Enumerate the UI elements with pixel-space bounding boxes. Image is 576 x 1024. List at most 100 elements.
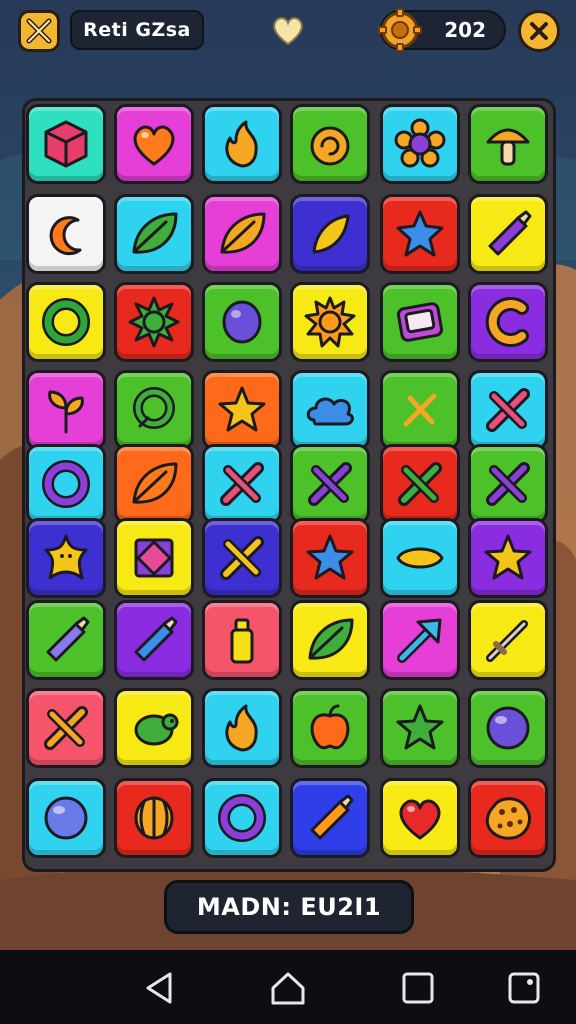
tile-crayon[interactable] <box>290 778 370 858</box>
tile-flame[interactable] <box>202 688 282 768</box>
tile-star[interactable] <box>202 370 282 450</box>
cross-pin-icon <box>403 393 437 427</box>
tile-cube[interactable] <box>26 104 106 184</box>
level-title: Reti GZsa <box>70 10 204 50</box>
crayon-icon <box>488 210 532 256</box>
tile-screen[interactable] <box>380 282 460 362</box>
tile-sword[interactable] <box>468 600 548 680</box>
tile-star-blob[interactable] <box>380 194 460 274</box>
tile-swirl[interactable] <box>290 104 370 184</box>
home-icon[interactable] <box>268 968 308 1008</box>
tile-crescent[interactable] <box>26 194 106 274</box>
tile-ring-leaf[interactable] <box>114 370 194 450</box>
cross-icon <box>220 462 264 506</box>
game-board <box>22 98 556 872</box>
tile-melon[interactable] <box>114 778 194 858</box>
tile-cross[interactable] <box>468 444 548 524</box>
cross-icon <box>486 462 530 506</box>
tile-letter-c[interactable] <box>468 282 548 362</box>
tile-turtle[interactable] <box>114 688 194 768</box>
tile-gem[interactable] <box>202 282 282 362</box>
tile-cross-pin[interactable] <box>380 370 460 450</box>
tile-mushroom[interactable] <box>468 104 548 184</box>
orb-icon <box>44 796 88 840</box>
tile-cross[interactable] <box>202 444 282 524</box>
turtle-icon <box>134 713 179 746</box>
tile-sun[interactable] <box>290 282 370 362</box>
coin-counter: 202 <box>378 8 506 52</box>
arrow-icon <box>397 618 442 663</box>
ring-icon <box>42 460 90 508</box>
tile-star[interactable] <box>290 518 370 598</box>
tile-cross[interactable] <box>290 444 370 524</box>
apple-icon <box>310 704 350 750</box>
heart-icon <box>133 125 175 166</box>
tools-button[interactable] <box>18 10 60 52</box>
tile-cross[interactable] <box>26 688 106 768</box>
star-blob-icon <box>396 210 444 257</box>
bottle-icon <box>230 618 254 664</box>
tile-cookie[interactable] <box>468 778 548 858</box>
tile-apple[interactable] <box>290 688 370 768</box>
tile-orb[interactable] <box>468 688 548 768</box>
cloud-icon <box>306 397 354 426</box>
recents-icon[interactable] <box>398 968 438 1008</box>
orb-icon <box>486 706 530 750</box>
starfish-icon <box>44 534 88 580</box>
cross-icon <box>308 462 352 506</box>
swirl-icon <box>310 126 350 166</box>
sword-icon <box>486 620 528 662</box>
diamond-box-icon <box>134 538 174 578</box>
heart-icon <box>399 799 441 840</box>
cross-icon <box>398 462 442 506</box>
screenshot-icon[interactable] <box>504 968 544 1008</box>
tile-leaf[interactable] <box>290 600 370 680</box>
crayon-icon <box>46 616 90 662</box>
tile-leaf[interactable] <box>114 444 194 524</box>
sun-icon <box>304 296 356 348</box>
tile-bottle[interactable] <box>202 600 282 680</box>
back-icon[interactable] <box>140 968 180 1008</box>
tile-ring[interactable] <box>26 282 106 362</box>
tile-flower[interactable] <box>380 104 460 184</box>
tile-leaf[interactable] <box>202 194 282 274</box>
tile-cross[interactable] <box>380 444 460 524</box>
cross-icon <box>486 388 530 432</box>
tile-star[interactable] <box>380 688 460 768</box>
tile-orb[interactable] <box>26 778 106 858</box>
ring-leaf-icon <box>133 387 175 429</box>
lemon-icon <box>396 547 444 569</box>
tile-crayon[interactable] <box>26 600 106 680</box>
tile-starfish[interactable] <box>26 518 106 598</box>
tile-crayon[interactable] <box>114 600 194 680</box>
tile-arrow[interactable] <box>380 600 460 680</box>
tile-heart[interactable] <box>114 104 194 184</box>
spiky-ball-icon <box>128 296 180 348</box>
tile-lemon[interactable] <box>380 518 460 598</box>
tile-heart[interactable] <box>380 778 460 858</box>
tile-leaf[interactable] <box>114 194 194 274</box>
mushroom-icon <box>486 128 530 166</box>
tile-diamond-box[interactable] <box>114 518 194 598</box>
cross-icon <box>44 706 88 750</box>
tile-sprout[interactable] <box>26 370 106 450</box>
tile-flame-leaf[interactable] <box>290 194 370 274</box>
tile-crayon[interactable] <box>468 194 548 274</box>
leaf-icon <box>132 462 178 504</box>
cross-icon <box>220 536 264 580</box>
tile-cross[interactable] <box>468 370 548 450</box>
tile-ring[interactable] <box>202 778 282 858</box>
star-icon <box>484 534 532 580</box>
tile-flame[interactable] <box>202 104 282 184</box>
star-icon <box>218 386 266 432</box>
tile-spiky-ball[interactable] <box>114 282 194 362</box>
tile-cross[interactable] <box>202 518 282 598</box>
tile-cloud[interactable] <box>290 370 370 450</box>
crossed-tools-icon <box>26 18 52 44</box>
screen-icon <box>396 302 444 342</box>
tile-ring[interactable] <box>26 444 106 524</box>
star-icon <box>306 534 354 580</box>
tile-star[interactable] <box>468 518 548 598</box>
heart-icon[interactable] <box>270 12 306 48</box>
close-button[interactable] <box>518 10 560 52</box>
